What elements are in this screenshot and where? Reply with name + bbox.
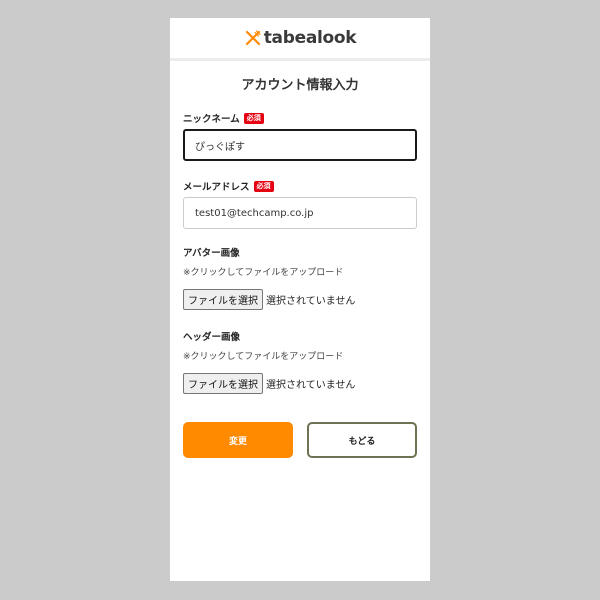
avatar-upload-note: ※クリックしてファイルをアップロード (183, 268, 344, 278)
submit-button[interactable]: 変更 (183, 422, 293, 458)
header-image-label: ヘッダー画像 (183, 332, 241, 343)
email-label-row: メールアドレス 必須 (183, 179, 417, 193)
nickname-label: ニックネーム (183, 114, 240, 125)
required-badge: 必須 (253, 180, 274, 192)
header-image-file-picker: ファイルを選択 選択されていません (183, 373, 417, 394)
form-actions: 変更 もどる (183, 422, 417, 458)
header-image-label-row: ヘッダー画像 (183, 329, 417, 343)
required-badge: 必須 (243, 112, 264, 124)
logo-text: tabealook (263, 28, 357, 48)
nickname-input[interactable] (183, 129, 417, 161)
page-card: tabealook アカウント情報入力 ニックネーム 必須 メールアドレス 必須… (170, 18, 430, 581)
avatar-label-row: アバター画像 (183, 245, 417, 259)
avatar-file-picker: ファイルを選択 選択されていません (183, 289, 417, 310)
header-image-file-status: 選択されていません (266, 380, 356, 391)
avatar-label: アバター画像 (183, 248, 240, 259)
form-title: アカウント情報入力 (241, 78, 359, 93)
avatar-file-button[interactable]: ファイルを選択 (183, 289, 263, 310)
nickname-label-row: ニックネーム 必須 (183, 111, 417, 125)
fork-knife-icon (245, 30, 261, 46)
header-image-file-button[interactable]: ファイルを選択 (183, 373, 263, 394)
email-label: メールアドレス (183, 182, 250, 193)
back-button[interactable]: もどる (307, 422, 417, 458)
email-input[interactable] (183, 197, 417, 229)
header: tabealook (170, 18, 430, 61)
account-form: アカウント情報入力 ニックネーム 必須 メールアドレス 必須 アバター画像 ※ク… (170, 74, 430, 458)
avatar-file-status: 選択されていません (266, 296, 356, 307)
logo[interactable]: tabealook (244, 28, 357, 48)
header-image-upload-note: ※クリックしてファイルをアップロード (183, 352, 344, 362)
